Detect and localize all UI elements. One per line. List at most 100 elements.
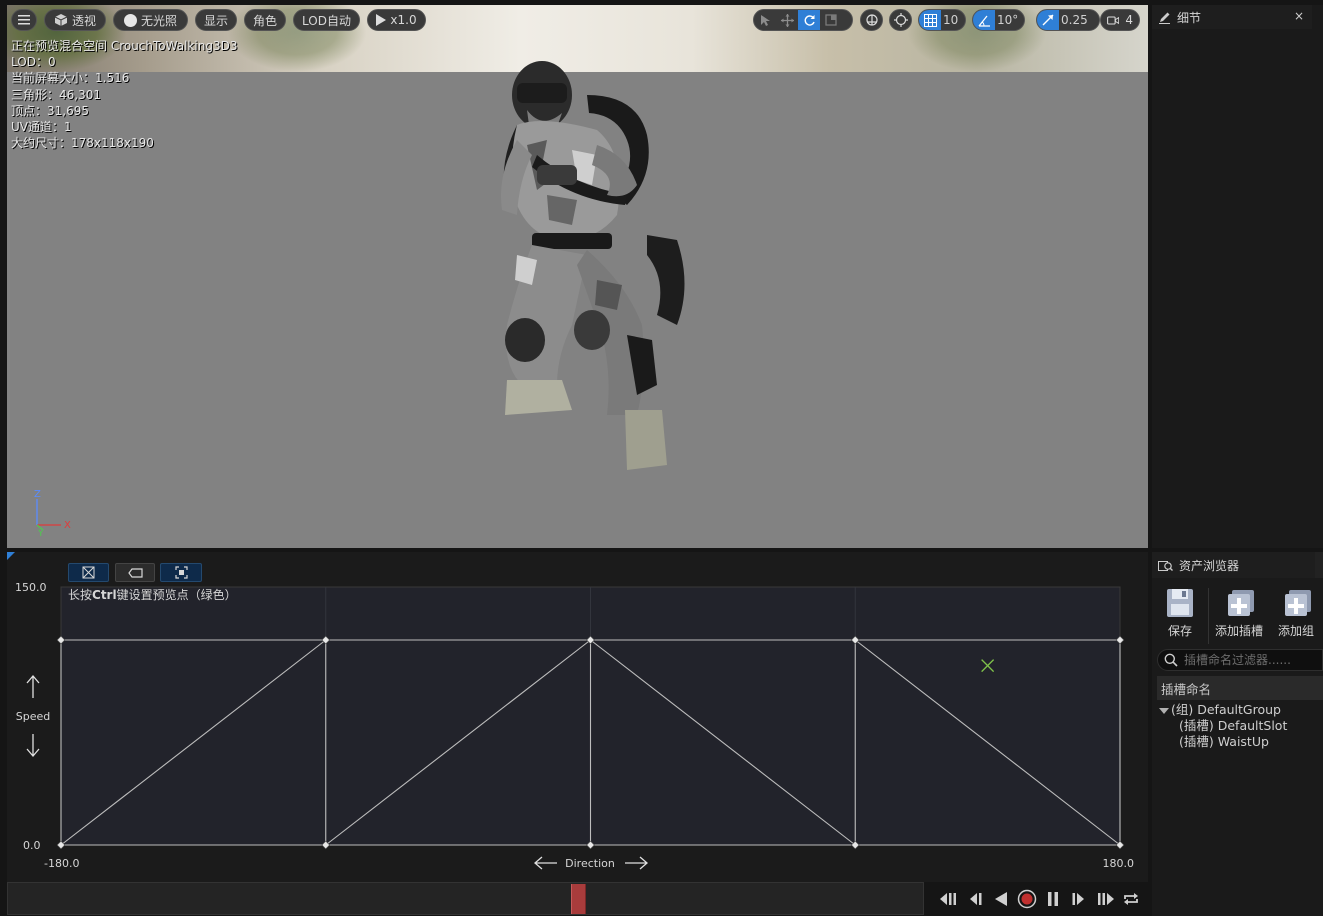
asset-browser-icon (1158, 560, 1173, 571)
slot-row-waistup[interactable]: (插槽) WaistUp (1157, 734, 1323, 750)
triangulation-icon (82, 566, 95, 579)
details-tab-label: 细节 (1177, 10, 1202, 25)
record-button[interactable] (1016, 887, 1038, 911)
add-slot-icon (1228, 590, 1254, 616)
group-row-defaultgroup[interactable]: (组) DefaultGroup (1157, 702, 1323, 718)
pencil-icon (1159, 12, 1170, 24)
grid-snap-value[interactable]: 10 (941, 13, 964, 27)
panel-corner-marker (7, 552, 15, 560)
step-back-icon (970, 893, 982, 905)
jump-to-end-button[interactable] (1094, 887, 1116, 911)
details-panel: 细节 × (1152, 5, 1323, 548)
details-tab[interactable]: 细节 × (1152, 5, 1312, 29)
slot-filter-field[interactable] (1157, 649, 1323, 671)
blend-space-grid[interactable]: 长按Ctrl键设置预览点（绿色） 150.0 0.0-180.0 180.0 Speed… (7, 552, 1148, 882)
grid-snap-toggle[interactable] (919, 10, 941, 30)
slot-row-defaultslot[interactable]: (插槽) DefaultSlot (1157, 718, 1323, 734)
expand-arrow-icon[interactable] (1159, 707, 1169, 715)
timeline-playhead[interactable] (571, 884, 586, 914)
skip-to-start-icon (940, 893, 956, 905)
grid-icon (923, 13, 937, 27)
jump-to-start-button[interactable] (938, 887, 960, 911)
add-slot-button-label: 添加插槽 (1214, 624, 1263, 638)
hint-suffix: 键设置预览点（绿色） (117, 587, 237, 602)
play-reverse-icon (995, 892, 1007, 906)
uv-channel-stat: UV通道：1 (11, 120, 72, 135)
local-world-toggle-button[interactable] (860, 9, 883, 31)
step-back-button[interactable] (964, 887, 986, 911)
slot-name-column-header[interactable]: 插槽命名 (1157, 676, 1323, 700)
character-menu-button[interactable]: 角色 (244, 9, 286, 31)
transform-mode-group (753, 9, 853, 31)
select-mode-button[interactable] (754, 10, 776, 30)
step-forward-button[interactable] (1068, 887, 1090, 911)
lod-menu-button[interactable]: LOD自动 (293, 9, 360, 31)
grid-snap-group[interactable]: 10 (918, 9, 966, 31)
fit-view-button[interactable] (160, 563, 202, 582)
lod-stat: LOD：0 (11, 55, 56, 70)
vertex-count-stat: 顶点：31,695 (11, 103, 89, 118)
group-row-label: (组) DefaultGroup (1171, 702, 1281, 717)
rotation-snap-group[interactable]: 10° (972, 9, 1025, 31)
rotation-snap-toggle[interactable] (973, 10, 995, 30)
scale-snap-group[interactable]: 0.25 (1036, 9, 1100, 31)
rotation-snap-value[interactable]: 10° (995, 13, 1024, 27)
translate-mode-button[interactable] (776, 10, 798, 30)
viewport-menu-button[interactable] (11, 9, 37, 31)
search-icon (1164, 653, 1178, 667)
x-axis-right-arrow-icon (625, 856, 648, 870)
scale-snap-toggle[interactable] (1037, 10, 1059, 30)
axis-gizmo: Z X Y (34, 489, 71, 537)
step-forward-icon (1072, 893, 1084, 905)
show-labels-button[interactable] (115, 563, 155, 582)
rotate-mode-button[interactable] (798, 10, 820, 30)
asset-browser-tab[interactable]: 资产浏览器 (1152, 552, 1315, 578)
approx-size-stat: 大约尺寸：178x118x190 (11, 136, 154, 151)
rotate-icon (804, 14, 815, 26)
scale-icon (825, 14, 837, 26)
y-axis-up-arrow-icon (26, 675, 40, 698)
play-speed-label: x1.0 (390, 13, 417, 27)
triangle-count-stat: 三角形：46,301 (11, 87, 101, 102)
add-group-button-label: 添加组 (1277, 624, 1314, 638)
details-close-button[interactable]: × (1294, 9, 1304, 23)
pause-button[interactable] (1042, 887, 1064, 911)
cursor-icon (760, 14, 770, 26)
y-axis-max-label: 150.0 (15, 581, 47, 594)
lighting-mode-button[interactable]: 无光照 (113, 9, 188, 31)
save-button[interactable]: 保存 (1152, 586, 1208, 646)
cube-icon (54, 14, 68, 26)
scale-mode-button[interactable] (820, 10, 842, 30)
axis-y-label: Y (37, 529, 44, 537)
play-speed-button[interactable]: x1.0 (367, 9, 426, 31)
perspective-view-button[interactable]: 透视 (44, 9, 106, 31)
show-triangulation-button[interactable] (68, 563, 109, 582)
add-slot-button[interactable]: 添加插槽 (1209, 586, 1269, 646)
slot-filter-input[interactable] (1184, 653, 1314, 667)
ctrl-hint-text: 长按Ctrl键设置预览点（绿色） (68, 587, 237, 602)
loop-button[interactable] (1120, 887, 1142, 911)
x-axis-left-arrow-icon (534, 856, 557, 870)
lod-label: LOD自动 (302, 13, 351, 28)
tab-strip-edge (1315, 552, 1323, 578)
asset-action-bar: 保存 添加插槽 添加组 (1152, 586, 1323, 646)
show-menu-button[interactable]: 显示 (195, 9, 237, 31)
add-group-button[interactable]: 添加组 (1269, 586, 1323, 646)
screen-size-stat: 当前屏幕大小：1.516 (11, 71, 130, 86)
surface-snap-button[interactable] (889, 9, 912, 31)
character-mesh-preview (501, 61, 685, 470)
y-axis-min-label: 0.0 (23, 839, 41, 852)
preview-asset-line: 正在预览混合空间 CrouchToWalking3D3 (11, 39, 238, 53)
scale-snap-value[interactable]: 0.25 (1059, 13, 1094, 27)
hint-key: Ctrl (92, 588, 117, 602)
pause-icon (1048, 892, 1058, 906)
surface-snap-icon (893, 13, 908, 27)
video-camera-icon (1107, 15, 1120, 25)
perspective-label: 透视 (71, 13, 96, 28)
asset-browser-panel: 资产浏览器 保存 添加插槽 添加组 插槽命名 (组) DefaultGroup … (1152, 552, 1323, 916)
move-arrows-icon (780, 13, 794, 27)
camera-speed-button[interactable]: 4 (1100, 9, 1140, 31)
play-reverse-button[interactable] (990, 887, 1012, 911)
animation-timeline[interactable] (7, 882, 924, 915)
preview-viewport[interactable]: 透视 无光照 显示 角色 LOD自动 x1.0 10 10° 0.25 4 正在… (7, 5, 1148, 548)
